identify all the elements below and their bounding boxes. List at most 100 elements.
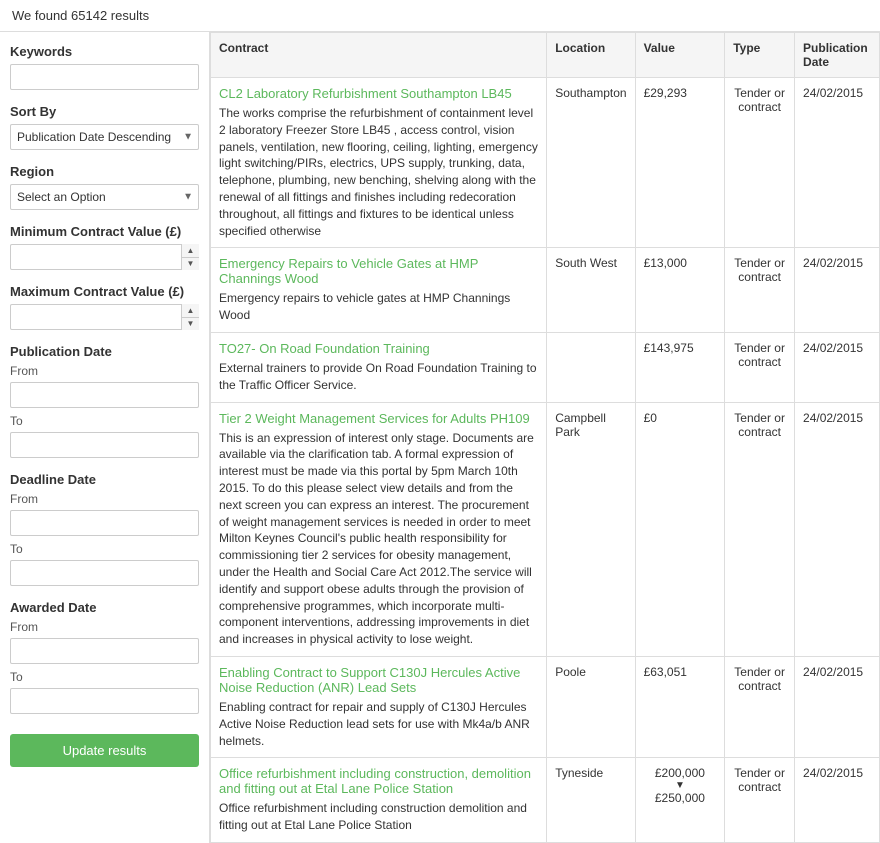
pub-from-label: From — [10, 364, 199, 378]
contract-cell: CL2 Laboratory Refurbishment Southampton… — [211, 78, 547, 248]
max-contract-group: Maximum Contract Value (£) ▲ ▼ — [10, 284, 199, 330]
contract-cell: Emergency Repairs to Vehicle Gates at HM… — [211, 248, 547, 333]
max-contract-spinner-wrapper: ▲ ▼ — [10, 304, 199, 330]
min-contract-input[interactable] — [10, 244, 199, 270]
type-cell: Tender or contract — [725, 248, 795, 333]
contract-title-link[interactable]: Office refurbishment including construct… — [219, 766, 538, 796]
contract-title-link[interactable]: Emergency Repairs to Vehicle Gates at HM… — [219, 256, 538, 286]
type-cell: Tender or contract — [725, 656, 795, 757]
contract-title-link[interactable]: Enabling Contract to Support C130J Hercu… — [219, 665, 538, 695]
region-select[interactable]: Select an Option North West South West E… — [10, 184, 199, 210]
table-row: Emergency Repairs to Vehicle Gates at HM… — [211, 248, 880, 333]
value-cell: £29,293 — [635, 78, 725, 248]
min-contract-label: Minimum Contract Value (£) — [10, 224, 199, 239]
contract-description: Enabling contract for repair and supply … — [219, 700, 530, 748]
min-contract-spinner-wrapper: ▲ ▼ — [10, 244, 199, 270]
table-row: CL2 Laboratory Refurbishment Southampton… — [211, 78, 880, 248]
value-cell: £200,000▼£250,000 — [635, 758, 725, 843]
table-row: Enabling Contract to Support C130J Hercu… — [211, 656, 880, 757]
deadline-from-input[interactable] — [10, 510, 199, 536]
contract-description: External trainers to provide On Road Fou… — [219, 361, 537, 392]
pub-date-label: Publication Date — [10, 344, 199, 359]
table-row: Office refurbishment including construct… — [211, 758, 880, 843]
contract-cell: TO27- On Road Foundation Training Externa… — [211, 332, 547, 402]
results-count: We found 65142 results — [12, 8, 149, 23]
type-cell: Tender or contract — [725, 402, 795, 656]
contract-cell: Enabling Contract to Support C130J Hercu… — [211, 656, 547, 757]
update-results-button[interactable]: Update results — [10, 734, 199, 767]
sort-by-select-wrapper: Publication Date Descending Publication … — [10, 124, 199, 150]
contract-description: The works comprise the refurbishment of … — [219, 106, 538, 238]
value-cell: £0 — [635, 402, 725, 656]
type-cell: Tender or contract — [725, 332, 795, 402]
contract-description: Emergency repairs to vehicle gates at HM… — [219, 291, 510, 322]
pub-from-input[interactable] — [10, 382, 199, 408]
pub-date-cell: 24/02/2015 — [795, 248, 880, 333]
location-cell: Campbell Park — [547, 402, 635, 656]
keywords-input[interactable] — [10, 64, 199, 90]
awarded-to-label: To — [10, 670, 199, 684]
contract-description: This is an expression of interest only s… — [219, 431, 534, 647]
min-contract-up-btn[interactable]: ▲ — [182, 244, 199, 258]
min-contract-down-btn[interactable]: ▼ — [182, 258, 199, 271]
keywords-label: Keywords — [10, 44, 199, 59]
location-cell: Southampton — [547, 78, 635, 248]
th-location: Location — [547, 33, 635, 78]
min-contract-group: Minimum Contract Value (£) ▲ ▼ — [10, 224, 199, 270]
type-cell: Tender or contract — [725, 758, 795, 843]
value-cell: £143,975 — [635, 332, 725, 402]
contract-cell: Office refurbishment including construct… — [211, 758, 547, 843]
region-group: Region Select an Option North West South… — [10, 164, 199, 210]
awarded-date-group: Awarded Date From To — [10, 600, 199, 714]
type-cell: Tender or contract — [725, 78, 795, 248]
table-header-row: Contract Location Value Type Publication… — [211, 33, 880, 78]
value-cell: £63,051 — [635, 656, 725, 757]
th-type: Type — [725, 33, 795, 78]
max-contract-down-btn[interactable]: ▼ — [182, 318, 199, 331]
max-contract-input[interactable] — [10, 304, 199, 330]
sort-by-select[interactable]: Publication Date Descending Publication … — [10, 124, 199, 150]
table-row: Tier 2 Weight Management Services for Ad… — [211, 402, 880, 656]
contract-title-link[interactable]: CL2 Laboratory Refurbishment Southampton… — [219, 86, 538, 101]
contract-title-link[interactable]: Tier 2 Weight Management Services for Ad… — [219, 411, 538, 426]
min-contract-spinner-buttons: ▲ ▼ — [181, 244, 199, 270]
pub-date-group: Publication Date From To — [10, 344, 199, 458]
location-cell: South West — [547, 248, 635, 333]
contract-cell: Tier 2 Weight Management Services for Ad… — [211, 402, 547, 656]
th-value: Value — [635, 33, 725, 78]
th-contract: Contract — [211, 33, 547, 78]
deadline-to-input[interactable] — [10, 560, 199, 586]
content-area: Contract Location Value Type Publication… — [210, 32, 880, 843]
value-max: £250,000 — [655, 791, 705, 805]
sort-by-label: Sort By — [10, 104, 199, 119]
contract-description: Office refurbishment including construct… — [219, 801, 527, 832]
value-min: £200,000 — [655, 766, 705, 780]
deadline-to-label: To — [10, 542, 199, 556]
pub-date-cell: 24/02/2015 — [795, 656, 880, 757]
pub-date-cell: 24/02/2015 — [795, 78, 880, 248]
contract-title-link[interactable]: TO27- On Road Foundation Training — [219, 341, 538, 356]
max-contract-up-btn[interactable]: ▲ — [182, 304, 199, 318]
pub-to-input[interactable] — [10, 432, 199, 458]
location-cell: Poole — [547, 656, 635, 757]
pub-date-cell: 24/02/2015 — [795, 758, 880, 843]
value-cell: £13,000 — [635, 248, 725, 333]
awarded-to-input[interactable] — [10, 688, 199, 714]
keywords-group: Keywords — [10, 44, 199, 90]
results-table: Contract Location Value Type Publication… — [210, 32, 880, 843]
deadline-from-label: From — [10, 492, 199, 506]
awarded-from-input[interactable] — [10, 638, 199, 664]
pub-date-cell: 24/02/2015 — [795, 332, 880, 402]
table-row: TO27- On Road Foundation Training Externa… — [211, 332, 880, 402]
deadline-date-group: Deadline Date From To — [10, 472, 199, 586]
pub-to-label: To — [10, 414, 199, 428]
max-contract-spinner-buttons: ▲ ▼ — [181, 304, 199, 330]
max-contract-label: Maximum Contract Value (£) — [10, 284, 199, 299]
value-range-arrow-icon: ▼ — [675, 780, 685, 791]
location-cell: Tyneside — [547, 758, 635, 843]
region-select-wrapper: Select an Option North West South West E… — [10, 184, 199, 210]
th-pubdate: Publication Date — [795, 33, 880, 78]
sidebar: Keywords Sort By Publication Date Descen… — [0, 32, 210, 843]
awarded-from-label: From — [10, 620, 199, 634]
awarded-date-label: Awarded Date — [10, 600, 199, 615]
